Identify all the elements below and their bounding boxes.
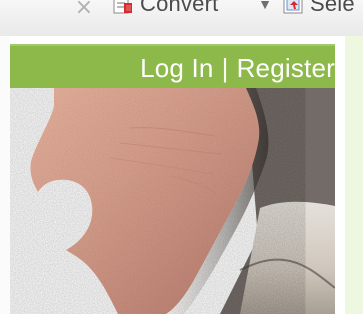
close-icon[interactable]: × [70, 0, 98, 22]
top-green-header: Log In | Register [10, 44, 335, 88]
auth-separator: | [221, 52, 229, 83]
convert-button[interactable]: Convert [112, 0, 218, 20]
chevron-down-icon[interactable]: ▼ [256, 0, 274, 20]
page-content: Log In | Register [10, 36, 363, 314]
left-margin-strip [0, 36, 10, 314]
browser-toolbar: × Convert ▼ Sele [0, 0, 363, 37]
login-link[interactable]: Log In [140, 53, 214, 84]
convert-label: Convert [140, 0, 219, 16]
puzzle-hand-image [10, 88, 335, 314]
select-button[interactable]: Sele [282, 0, 355, 20]
auth-links: Log In | Register [140, 46, 335, 90]
select-label: Sele [310, 0, 355, 16]
select-icon [282, 0, 304, 15]
right-side-panel [345, 36, 363, 314]
register-link[interactable]: Register [237, 53, 335, 84]
pdf-convert-icon [112, 0, 134, 15]
browser-viewport: × Convert ▼ Sele Log In | Register [0, 0, 363, 314]
